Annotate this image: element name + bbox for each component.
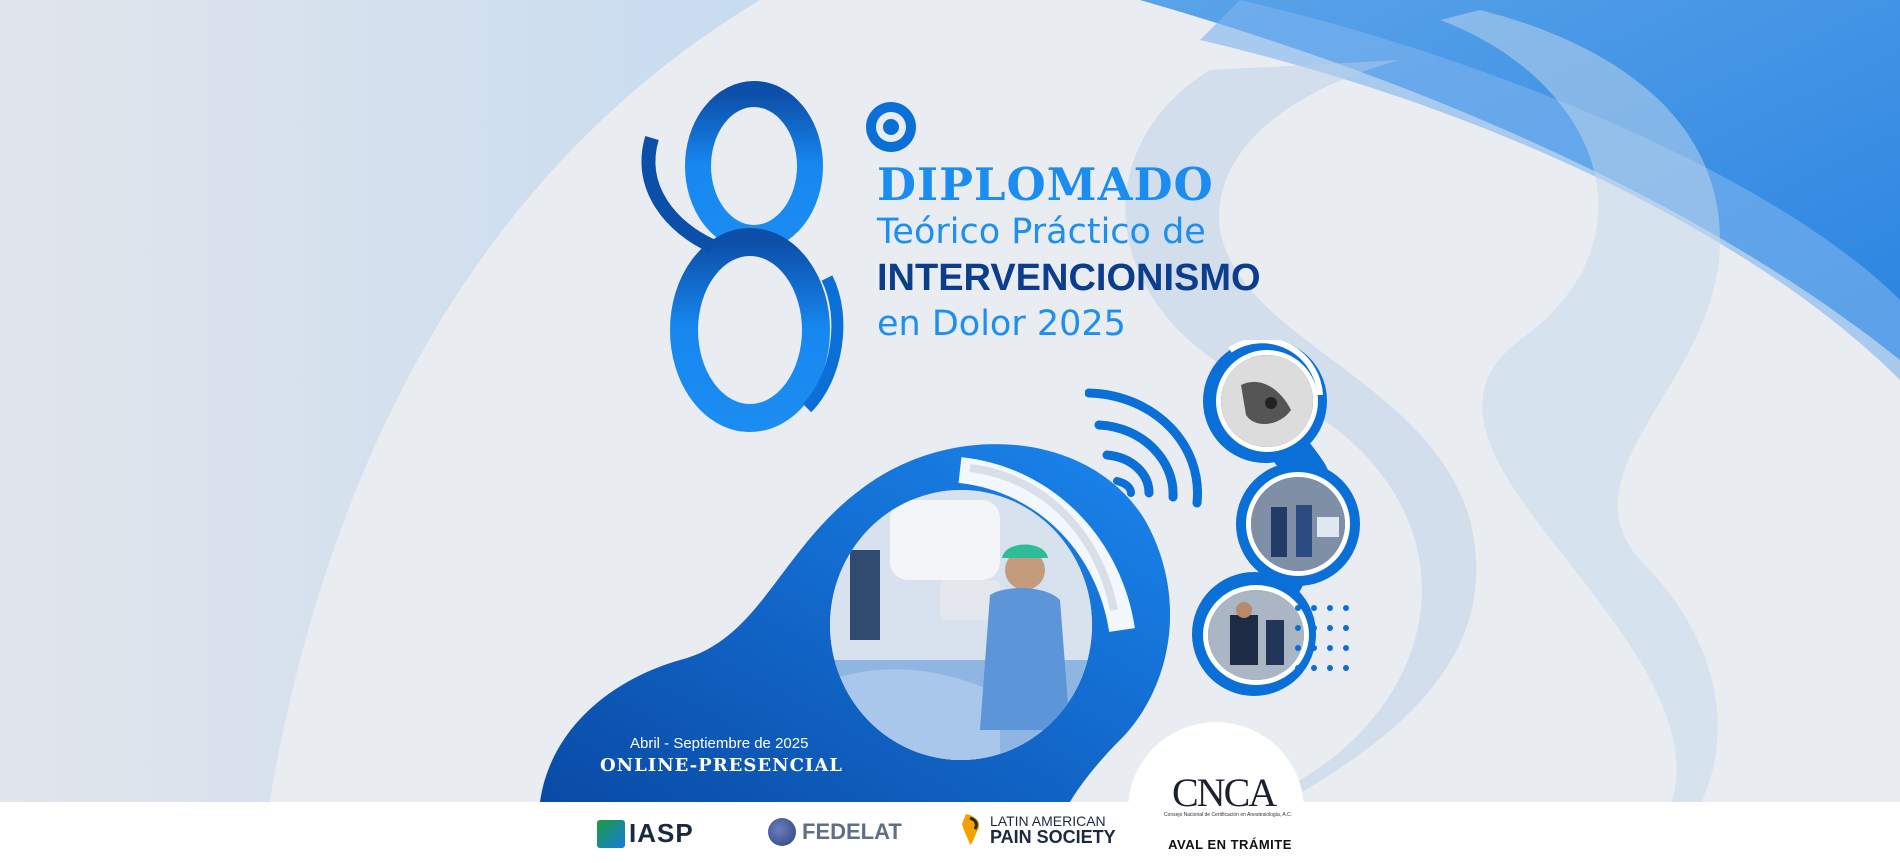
fedelat-globe-icon	[768, 818, 796, 846]
cnca-logo-text: CNCA	[1172, 770, 1277, 814]
iasp-logo: IASP	[597, 818, 694, 849]
procedure-photo	[830, 490, 1092, 760]
laps-name-bottom: PAIN SOCIETY	[990, 827, 1116, 847]
cnca-logo: CNCA	[1172, 770, 1279, 814]
team-photo	[1246, 472, 1350, 576]
title-subtitle: Teórico Práctico de	[877, 212, 1206, 252]
course-dates: Abril - Septiembre de 2025	[630, 735, 809, 752]
fedelat-logo: FEDELAT	[768, 818, 902, 846]
ordinal-degree-icon	[866, 102, 916, 152]
title-topic: INTERVENCIONISMO	[877, 257, 1261, 299]
endorsement-status: AVAL EN TRÁMITE	[1168, 837, 1292, 852]
course-mode: ONLINE-PRESENCIAL	[600, 755, 843, 776]
dot-grid-decoration	[1295, 605, 1349, 671]
iasp-name: IASP	[629, 818, 694, 848]
title-diplomado: DIPLOMADO	[877, 158, 1214, 211]
fluoroscopy-image	[1216, 350, 1318, 452]
laps-logo: LATIN AMERICAN PAIN SOCIETY	[960, 812, 1116, 846]
course-title: DIPLOMADO Teórico Práctico de INTERVENCI…	[877, 160, 1277, 346]
iasp-globe-icon	[597, 819, 625, 848]
fedelat-name: FEDELAT	[802, 819, 902, 844]
banner: DIPLOMADO Teórico Práctico de INTERVENCI…	[0, 0, 1900, 863]
cnca-caption: Consejo Nacional de Certificación en Ane…	[1163, 812, 1293, 818]
edition-number-8	[641, 81, 844, 432]
laps-continent-icon	[962, 814, 980, 845]
sponsor-bar	[0, 802, 1900, 863]
